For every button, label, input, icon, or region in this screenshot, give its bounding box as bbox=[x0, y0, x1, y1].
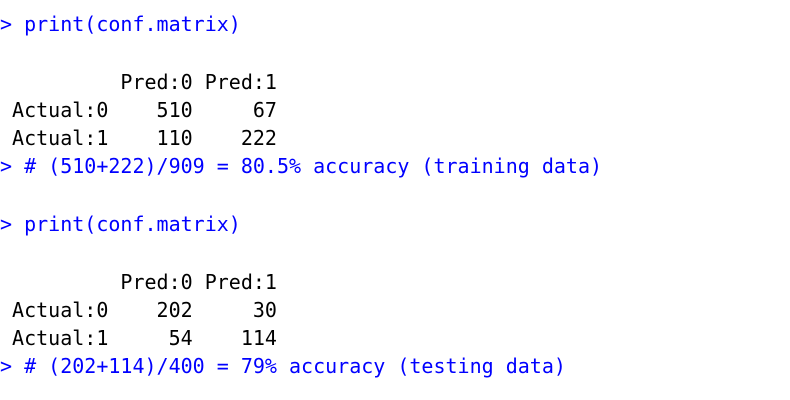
matrix-header: Pred:0 Pred:1 bbox=[0, 70, 277, 94]
matrix-row: Actual:1 110 222 bbox=[0, 126, 277, 150]
r-console-output: > print(conf.matrix) Pred:0 Pred:1 Actua… bbox=[0, 0, 790, 400]
accuracy-comment-line: > # (202+114)/400 = 79% accuracy (testin… bbox=[0, 354, 566, 378]
accuracy-comment-line: > # (510+222)/909 = 80.5% accuracy (trai… bbox=[0, 154, 603, 178]
matrix-row: Actual:0 202 30 bbox=[0, 298, 277, 322]
command-line: > print(conf.matrix) bbox=[0, 212, 241, 236]
matrix-row: Actual:1 54 114 bbox=[0, 326, 277, 350]
matrix-row: Actual:0 510 67 bbox=[0, 98, 277, 122]
command-line: > print(conf.matrix) bbox=[0, 12, 241, 36]
matrix-header: Pred:0 Pred:1 bbox=[0, 270, 277, 294]
